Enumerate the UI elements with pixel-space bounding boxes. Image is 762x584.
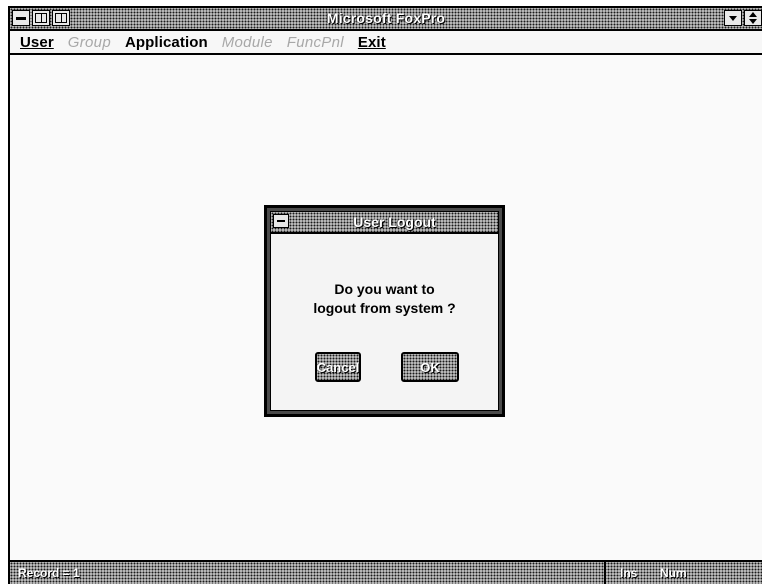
minimize-arrow-icon xyxy=(729,16,737,21)
restore-button[interactable] xyxy=(744,10,762,26)
menu-exit[interactable]: Exit xyxy=(358,34,386,51)
dialog-message-line2: logout from system ? xyxy=(313,300,456,316)
dialog-message: Do you want to logout from system ? xyxy=(271,280,498,318)
title-bar[interactable]: Microsoft FoxPro xyxy=(10,8,762,31)
menu-funcpnl[interactable]: FuncPnl xyxy=(287,34,344,51)
window-title: Microsoft FoxPro xyxy=(326,10,446,26)
dialog-title: User Logout xyxy=(353,214,436,230)
status-bar: Record = 1 Ins Num xyxy=(10,560,762,584)
minimize-button[interactable] xyxy=(724,10,742,26)
dialog-title-bar[interactable]: User Logout xyxy=(271,212,498,234)
cancel-button[interactable]: Cancel xyxy=(315,352,361,382)
menu-bar: User Group Application Module FuncPnl Ex… xyxy=(10,31,762,55)
menu-user[interactable]: User xyxy=(20,34,54,51)
menu-application[interactable]: Application xyxy=(125,34,208,51)
dialog-control-menu-icon[interactable] xyxy=(273,214,289,228)
ok-button[interactable]: OK xyxy=(401,352,459,382)
menu-module[interactable]: Module xyxy=(222,34,273,51)
ins-indicator: Ins xyxy=(620,566,638,580)
dialog-message-line1: Do you want to xyxy=(334,281,435,297)
status-separator xyxy=(604,562,606,584)
menu-group[interactable]: Group xyxy=(68,34,111,51)
logout-dialog: User Logout Do you want to logout from s… xyxy=(264,205,505,417)
record-indicator: Record = 1 xyxy=(18,566,80,580)
num-indicator: Num xyxy=(660,566,687,580)
